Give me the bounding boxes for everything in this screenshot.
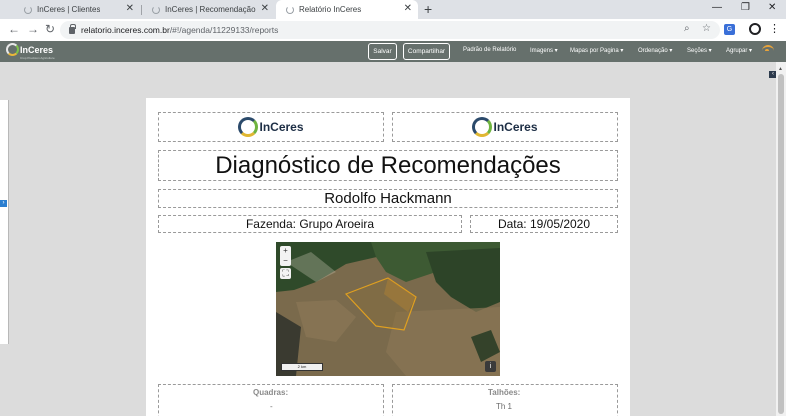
menu-sections[interactable]: Seções ▾	[687, 47, 712, 54]
address-bar-row: ← → ↻ relatorio.inceres.com.br/#!/agenda…	[0, 19, 786, 41]
scroll-up-icon[interactable]: ▲	[778, 66, 783, 72]
expand-panel-icon[interactable]: ›	[0, 200, 7, 207]
loading-icon	[24, 5, 32, 14]
map-zoom-control[interactable]: + −	[280, 246, 291, 266]
logo-tagline: Crop Precision Agriculture	[20, 56, 55, 60]
quadras-value: -	[270, 402, 273, 411]
close-icon[interactable]: ✕	[404, 3, 412, 14]
logo-box-left: InCeres	[158, 112, 384, 142]
logo-box-right: InCeres	[392, 112, 618, 142]
info-icon[interactable]: i	[485, 361, 496, 372]
share-button[interactable]: Compartilhar	[403, 43, 450, 60]
url-field[interactable]: relatorio.inceres.com.br/#!/agenda/11229…	[60, 21, 720, 39]
zoom-icon[interactable]: ⌕	[684, 23, 690, 34]
map-scale-bar: 2 km	[281, 363, 323, 371]
inceres-logo[interactable]: InCeres Crop Precision Agriculture	[6, 43, 55, 60]
menu-maps-per-page[interactable]: Mapas por Pagina ▾	[570, 47, 623, 54]
translate-extension-icon[interactable]: G	[724, 24, 735, 35]
lock-icon	[69, 23, 76, 34]
new-tab-button[interactable]: +	[424, 1, 432, 17]
tab-title: Relatório InCeres	[299, 5, 362, 14]
logo-text: InCeres	[20, 44, 54, 55]
url-path: /#!/agenda/11229133/reports	[169, 25, 279, 35]
wifi-icon	[762, 45, 774, 55]
talhoes-value: Th 1	[496, 402, 513, 411]
talhoes-label: Talhões:	[488, 388, 521, 397]
minimize-icon[interactable]: —	[712, 2, 722, 13]
logo-text: InCeres	[493, 120, 538, 134]
profile-icon[interactable]	[749, 23, 761, 35]
forward-icon[interactable]: →	[27, 22, 39, 36]
close-icon[interactable]: ✕	[126, 3, 134, 14]
browser-menu-icon[interactable]: ⋮	[769, 22, 780, 35]
menu-ordering[interactable]: Ordenação ▾	[638, 47, 672, 54]
browser-tabstrip: InCeres | Clientes ✕ InCeres | Recomenda…	[0, 0, 786, 19]
close-icon[interactable]: ✕	[261, 3, 269, 14]
close-window-icon[interactable]: ✕	[768, 2, 776, 13]
maximize-icon[interactable]: ❐	[741, 2, 750, 13]
app-toolbar: InCeres Crop Precision Agriculture Salva…	[0, 41, 786, 62]
url-host: relatorio.inceres.com.br	[81, 25, 170, 35]
loading-icon	[286, 5, 294, 14]
tab-relatorio[interactable]: Relatório InCeres ✕	[276, 0, 418, 19]
logo-ring-icon	[472, 117, 493, 137]
tab-recomendacao[interactable]: InCeres | Recomendação ✕	[142, 0, 275, 19]
date-field: Data: 19/05/2020	[470, 215, 618, 233]
save-button[interactable]: Salvar	[368, 43, 397, 60]
reload-icon[interactable]: ↻	[45, 22, 55, 36]
menu-images[interactable]: Imagens ▾	[530, 47, 558, 54]
farm-field: Fazenda: Grupo Aroeira	[158, 215, 462, 233]
satellite-map[interactable]: + − ⛶ 2 km i	[276, 242, 500, 376]
logo-ring-icon	[238, 117, 259, 137]
loading-icon	[152, 5, 160, 14]
back-icon[interactable]: ←	[8, 22, 20, 36]
logo-text: InCeres	[259, 120, 304, 134]
logo-ring-icon	[6, 43, 19, 56]
bookmark-star-icon[interactable]: ☆	[702, 23, 711, 34]
inceres-report-logo: InCeres	[472, 117, 538, 137]
inceres-report-logo: InCeres	[238, 117, 304, 137]
tab-clientes[interactable]: InCeres | Clientes ✕	[14, 0, 140, 19]
report-title: Diagnóstico de Recomendações	[158, 150, 618, 181]
fullscreen-icon[interactable]: ⛶	[280, 268, 291, 279]
tab-title: InCeres | Recomendação	[165, 5, 256, 14]
tab-title: InCeres | Clientes	[37, 5, 101, 14]
menu-report-template[interactable]: Padrão de Relatório	[463, 47, 516, 53]
scroll-thumb[interactable]	[778, 74, 784, 414]
map-imagery	[276, 242, 500, 376]
client-name: Rodolfo Hackmann	[158, 189, 618, 208]
quadras-label: Quadras:	[253, 388, 289, 397]
menu-group[interactable]: Agrupar ▾	[726, 47, 752, 54]
vertical-scrollbar[interactable]: ▲	[776, 62, 786, 416]
left-side-panel[interactable]: ›	[0, 100, 9, 344]
